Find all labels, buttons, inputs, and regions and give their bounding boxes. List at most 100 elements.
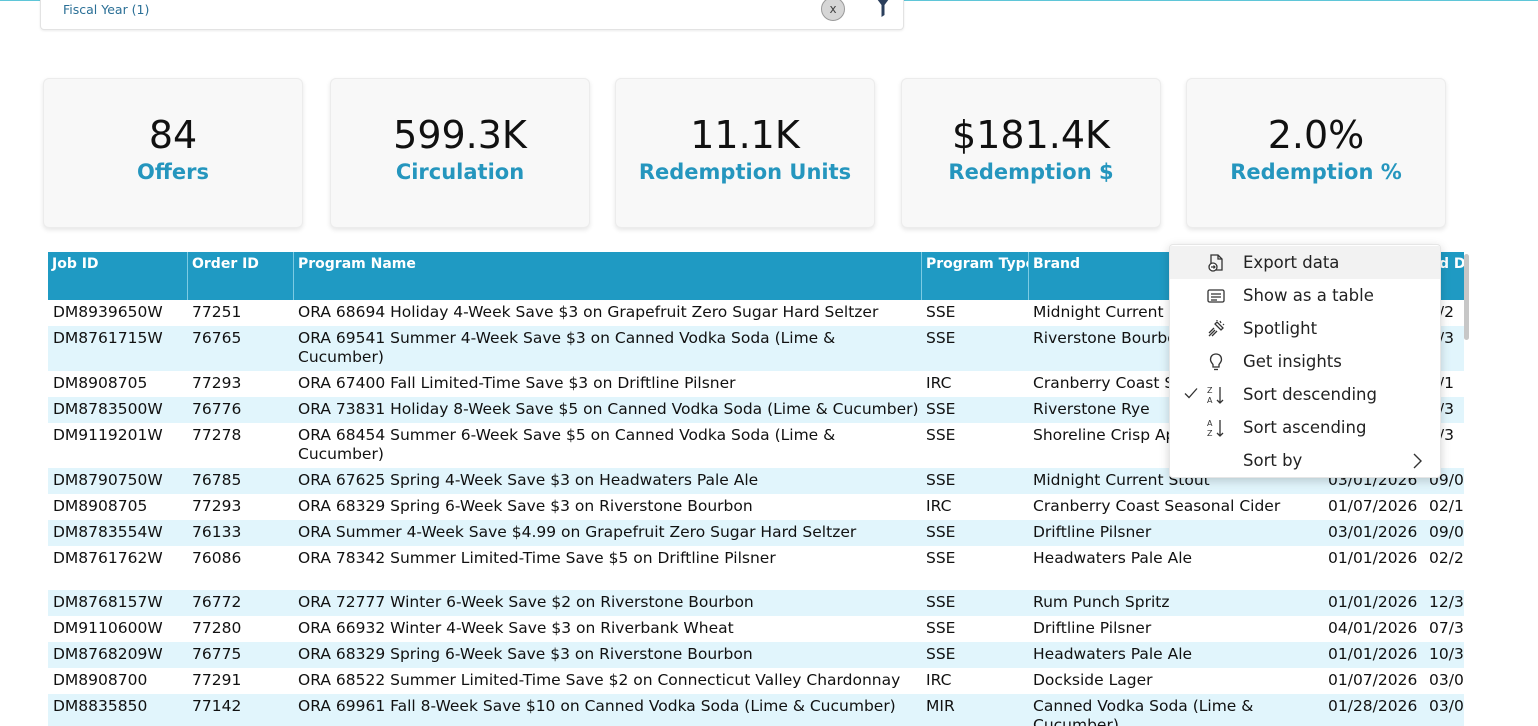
- cell-job-id: DM8908700: [53, 671, 148, 689]
- kpi-value: $181.4K: [952, 113, 1110, 157]
- menu-item-sort-ascending[interactable]: A Z Sort ascending: [1170, 411, 1440, 444]
- cell-order-id: 76133: [192, 523, 242, 541]
- cell-brand: Headwaters Pale Ale: [1033, 549, 1193, 567]
- column-header-program-name[interactable]: Program Name: [293, 252, 921, 300]
- menu-item-show-as-table[interactable]: Show as a table: [1170, 279, 1440, 312]
- cell-program-name: ORA 68329 Spring 6-Week Save $3 on River…: [298, 645, 753, 663]
- scrollbar-thumb[interactable]: [1464, 254, 1469, 340]
- cell-program-name: ORA 69961 Fall 8-Week Save $10 on Canned…: [298, 697, 896, 715]
- cell-order-id: 77278: [192, 426, 242, 444]
- cell-start-date: 01/28/2026: [1328, 697, 1418, 715]
- kpi-label: Redemption %: [1230, 160, 1402, 184]
- cell-start-date: 01/01/2026: [1328, 645, 1418, 663]
- cell-job-id: DM8761715W: [53, 329, 163, 347]
- kpi-value: 84: [148, 113, 198, 157]
- cell-program-name: ORA 69541 Summer 4-Week Save $3 on Canne…: [298, 329, 836, 366]
- kpi-value: 599.3K: [393, 113, 527, 157]
- cell-order-id: 76776: [192, 400, 242, 418]
- table-row[interactable]: DM8835850 77142 ORA 69961 Fall 8-Week Save…: [48, 694, 1464, 726]
- cell-program-type: SSE: [926, 645, 956, 663]
- cell-job-id: DM9110600W: [53, 619, 163, 637]
- table-row[interactable]: DM8908705 77293 ORA 68329 Spring 6-Week Sa…: [48, 494, 1464, 520]
- svg-text:Z: Z: [1207, 429, 1213, 438]
- kpi-value: 2.0%: [1267, 113, 1365, 157]
- cell-program-type: SSE: [926, 523, 956, 541]
- cell-end-date: 03/0: [1429, 697, 1464, 715]
- clear-filter-button[interactable]: x: [821, 0, 845, 21]
- cell-end-date: 10/3: [1429, 645, 1464, 663]
- cell-program-type: MIR: [926, 697, 955, 715]
- kpi-card-redemption-dollars: $181.4K Redemption $: [901, 78, 1161, 228]
- funnel-icon[interactable]: [877, 0, 889, 17]
- cell-job-id: DM8908705: [53, 497, 148, 515]
- kpi-card-redemption-percent: 2.0% Redemption %: [1186, 78, 1446, 228]
- cell-order-id: 76775: [192, 645, 242, 663]
- cell-end-date: 07/3: [1429, 619, 1464, 637]
- filter-label[interactable]: Fiscal Year (1): [63, 2, 149, 17]
- table-row[interactable]: DM8761762W 76086 ORA 78342 Summer Limited-…: [48, 546, 1464, 590]
- menu-item-get-insights[interactable]: Get insights: [1170, 345, 1440, 378]
- svg-text:Z: Z: [1207, 386, 1213, 395]
- cell-end-date: 09/0: [1429, 523, 1464, 541]
- menu-item-sort-by[interactable]: Sort by: [1170, 444, 1440, 477]
- cell-end-date: 02/2: [1429, 549, 1464, 567]
- cell-order-id: 77280: [192, 619, 242, 637]
- cell-program-type: SSE: [926, 400, 956, 418]
- cell-job-id: DM8783554W: [53, 523, 163, 541]
- cell-program-name: ORA 73831 Holiday 8-Week Save $5 on Cann…: [298, 400, 919, 418]
- cell-brand: Canned Vodka Soda (Lime & Cucumber): [1033, 697, 1254, 726]
- menu-item-label: Sort by: [1243, 451, 1303, 470]
- cell-program-type: IRC: [926, 374, 952, 392]
- table-row[interactable]: DM8783554W 76133 ORA Summer 4-Week Save $4…: [48, 520, 1464, 546]
- column-header-program-type[interactable]: Program Type: [921, 252, 1028, 300]
- cell-order-id: 77291: [192, 671, 242, 689]
- kpi-label: Redemption Units: [638, 160, 852, 184]
- table-row[interactable]: DM8768209W 76775 ORA 68329 Spring 6-Week S…: [48, 642, 1464, 668]
- menu-item-sort-descending[interactable]: Z A Sort descending: [1170, 378, 1440, 411]
- menu-item-label: Sort descending: [1243, 385, 1377, 404]
- kpi-label: Redemption $: [948, 160, 1114, 184]
- cell-brand: Headwaters Pale Ale: [1033, 645, 1193, 663]
- menu-item-label: Sort ascending: [1243, 418, 1367, 437]
- lightbulb-icon: [1209, 353, 1223, 371]
- cell-brand: Driftline Pilsner: [1033, 523, 1152, 541]
- cell-program-type: SSE: [926, 549, 956, 567]
- cell-job-id: DM8790750W: [53, 471, 163, 489]
- table-scrollbar[interactable]: [1463, 252, 1471, 726]
- menu-item-label: Show as a table: [1243, 286, 1374, 305]
- cell-end-date: 12/3: [1429, 593, 1464, 611]
- cell-job-id: DM9119201W: [53, 426, 163, 444]
- column-header-job-id[interactable]: Job ID: [48, 252, 187, 300]
- chevron-right-icon: [1413, 453, 1422, 469]
- kpi-value: 11.1K: [690, 113, 800, 157]
- cell-job-id: DM8835850: [53, 697, 148, 715]
- spotlight-icon: [1208, 320, 1225, 337]
- cell-program-name: ORA 68694 Holiday 4-Week Save $3 on Grap…: [298, 303, 879, 321]
- menu-item-spotlight[interactable]: Spotlight: [1170, 312, 1440, 345]
- cell-order-id: 76772: [192, 593, 242, 611]
- checkmark-icon: [1184, 388, 1198, 399]
- table-row[interactable]: DM8768157W 76772 ORA 72777 Winter 6-Week S…: [48, 590, 1464, 616]
- column-header-order-id[interactable]: Order ID: [187, 252, 293, 300]
- cell-order-id: 76765: [192, 329, 242, 347]
- cell-program-name: ORA 72777 Winter 6-Week Save $2 on River…: [298, 593, 754, 611]
- menu-item-export-data[interactable]: Export data: [1170, 246, 1440, 279]
- table-row[interactable]: DM9110600W 77280 ORA 66932 Winter 4-Week S…: [48, 616, 1464, 642]
- cell-program-type: IRC: [926, 497, 952, 515]
- cell-order-id: 77251: [192, 303, 242, 321]
- table-row[interactable]: DM8908700 77291 ORA 68522 Summer Limited-T…: [48, 668, 1464, 694]
- cell-order-id: 76785: [192, 471, 242, 489]
- cell-program-type: SSE: [926, 619, 956, 637]
- cell-program-type: SSE: [926, 426, 956, 444]
- cell-start-date: 04/01/2026: [1328, 619, 1418, 637]
- sort-ascending-icon: A Z: [1207, 419, 1224, 438]
- cell-program-name: ORA 68522 Summer Limited-Time Save $2 on…: [298, 671, 901, 689]
- cell-program-type: SSE: [926, 593, 956, 611]
- export-icon: [1208, 254, 1223, 272]
- kpi-label: Circulation: [395, 160, 525, 184]
- cell-order-id: 77293: [192, 497, 242, 515]
- cell-brand: Rum Punch Spritz: [1033, 593, 1170, 611]
- cell-job-id: DM8768209W: [53, 645, 163, 663]
- cell-job-id: DM8761762W: [53, 549, 163, 567]
- cell-program-type: IRC: [926, 671, 952, 689]
